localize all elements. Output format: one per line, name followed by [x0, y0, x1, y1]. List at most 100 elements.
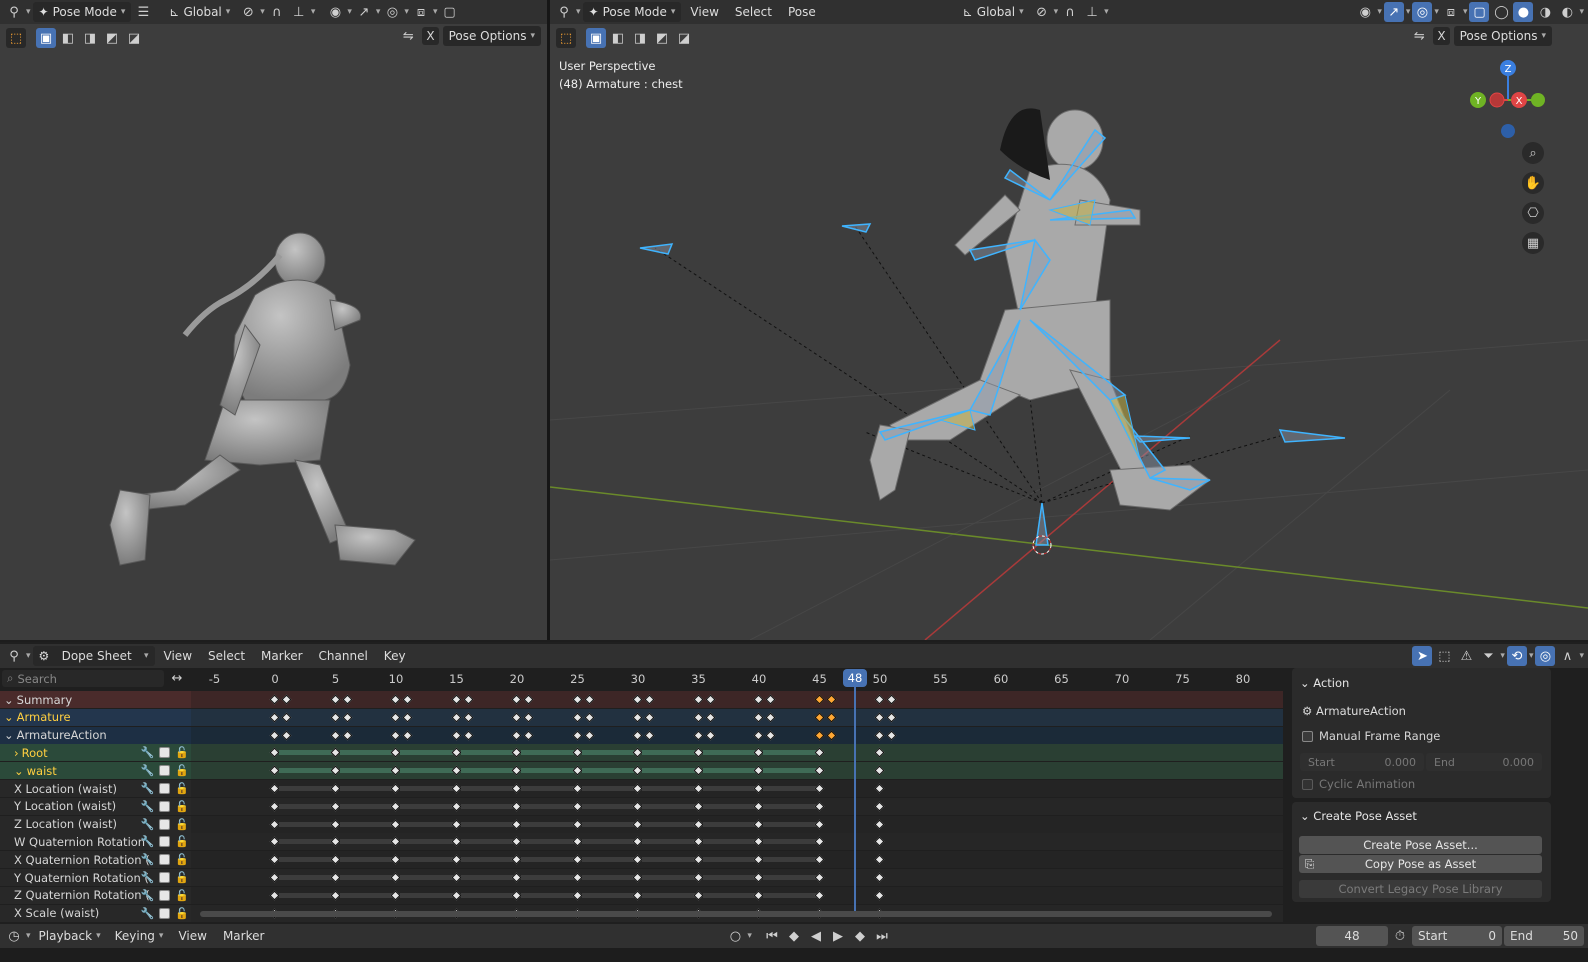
keyframe[interactable] [632, 747, 643, 758]
keyframe[interactable] [390, 730, 401, 741]
keyframe[interactable] [826, 712, 837, 723]
channel-row[interactable]: Z Quaternion Rotation (🔧 🔓 [0, 886, 1283, 904]
keyframe[interactable] [693, 747, 703, 758]
keyframe[interactable] [814, 890, 824, 901]
channel-row[interactable]: ⌄ Armature [0, 708, 1283, 726]
keyframe[interactable] [269, 747, 280, 758]
keyframe[interactable] [451, 819, 461, 830]
keyframe[interactable] [632, 730, 643, 741]
channel-row[interactable]: W Quaternion Rotation 🔧 🔓 [0, 833, 1283, 851]
keyframe[interactable] [572, 730, 582, 741]
keyframe[interactable] [269, 819, 280, 830]
channel-toggles[interactable]: 🔧 🔓 [141, 835, 189, 848]
keyframe[interactable] [693, 694, 703, 705]
lock-icon[interactable]: 🔓 [175, 782, 189, 795]
prev-keyframe-icon[interactable]: ◆ [784, 926, 804, 946]
keyframe[interactable] [523, 694, 534, 705]
menu-view[interactable]: View [157, 649, 199, 663]
channel-label[interactable]: Z Quaternion Rotation (🔧 🔓 [0, 886, 191, 904]
lock-icon[interactable]: 🔓 [175, 853, 189, 866]
channel-row[interactable]: ⌄ waist 🔧 🔓 [0, 762, 1283, 780]
keyframe[interactable] [463, 694, 474, 705]
keyframe[interactable] [269, 694, 280, 705]
keyframe[interactable] [511, 872, 522, 883]
auto-snap-icon[interactable]: ⟲ [1506, 646, 1527, 666]
keyframe[interactable] [753, 712, 764, 723]
keyframe[interactable] [511, 801, 522, 812]
keyframe[interactable] [632, 783, 643, 794]
keyframe[interactable] [644, 712, 655, 723]
keyframe[interactable] [330, 765, 340, 776]
mode-dropdown[interactable]: ✦ Pose Mode ▾ [32, 2, 132, 22]
keyframe[interactable] [390, 712, 401, 723]
keyframe[interactable] [572, 890, 582, 901]
keyframe[interactable] [874, 854, 885, 865]
channel-label[interactable]: Y Quaternion Rotation (🔧 🔓 [0, 869, 191, 886]
keyframe[interactable] [269, 890, 280, 901]
keyframe[interactable] [753, 801, 764, 812]
lock-icon[interactable]: 🔓 [175, 871, 189, 884]
channel-row[interactable]: Y Quaternion Rotation (🔧 🔓 [0, 869, 1283, 886]
expand-chevron-icon[interactable]: ⌄ [14, 764, 24, 778]
armature-bones[interactable] [639, 128, 1346, 546]
navigation-gizmo[interactable]: Z Y X [1468, 56, 1548, 141]
keyframe[interactable] [402, 712, 413, 723]
keyframe[interactable] [572, 783, 582, 794]
lock-icon[interactable]: 🔓 [175, 818, 189, 831]
keyframe[interactable] [330, 712, 340, 723]
keyframe[interactable] [572, 872, 582, 883]
keyframe[interactable] [886, 730, 897, 741]
keyframe[interactable] [693, 819, 703, 830]
channel-label[interactable]: ⌄ ArmatureAction [0, 726, 191, 744]
channel-toggles[interactable]: 🔧 🔓 [141, 907, 189, 920]
keyframe[interactable] [330, 854, 340, 865]
end-frame-field[interactable]: End 50 [1504, 926, 1584, 946]
select-subtract-icon[interactable]: ◨ [80, 28, 100, 48]
channel-label[interactable]: W Quaternion Rotation 🔧 🔓 [0, 833, 191, 851]
hamburger-menu-icon[interactable]: ☰ [133, 2, 153, 22]
channel-row[interactable]: Y Location (waist) 🔧 🔓 [0, 797, 1283, 815]
channel-row[interactable]: ⌄ ArmatureAction [0, 726, 1283, 744]
keyframe[interactable] [281, 694, 292, 705]
keyframe[interactable] [342, 730, 353, 741]
channel-label[interactable]: X Scale (waist) 🔧 🔓 [0, 904, 191, 922]
channel-checkbox[interactable] [159, 783, 171, 794]
keyframe[interactable] [269, 783, 280, 794]
keyframe[interactable] [523, 712, 534, 723]
keyframe[interactable] [705, 694, 716, 705]
menu-select[interactable]: Select [201, 649, 252, 663]
keyframe[interactable] [342, 712, 353, 723]
select-invert-icon[interactable]: ◩ [102, 28, 122, 48]
channel-checkbox[interactable] [159, 818, 171, 830]
channel-checkbox[interactable] [159, 747, 171, 759]
jump-start-icon[interactable]: ⏮ [762, 926, 782, 946]
keyframe[interactable] [451, 765, 461, 776]
keyframe[interactable] [511, 854, 522, 865]
keyframe[interactable] [463, 712, 474, 723]
keyframe[interactable] [814, 801, 824, 812]
keyframe[interactable] [330, 819, 340, 830]
keyframe[interactable] [874, 765, 885, 776]
keyframe[interactable] [572, 747, 582, 758]
channel-row[interactable]: Z Location (waist) 🔧 🔓 [0, 815, 1283, 833]
keyframe[interactable] [705, 712, 716, 723]
menu-marker[interactable]: Marker [216, 929, 271, 943]
select-tool-icon[interactable]: ⬚ [6, 28, 26, 48]
keyframe[interactable] [693, 836, 703, 847]
keyframe[interactable] [753, 765, 764, 776]
viewport-scene[interactable] [550, 0, 1588, 640]
horizontal-scrollbar[interactable] [200, 911, 1272, 917]
action-name[interactable]: ⚙ ArmatureAction [1302, 704, 1406, 718]
keyframe[interactable] [572, 765, 582, 776]
keyframe[interactable] [451, 694, 461, 705]
channel-checkbox[interactable] [159, 800, 171, 812]
keyframe[interactable] [753, 872, 764, 883]
keyframe[interactable] [632, 694, 643, 705]
menu-key[interactable]: Key [377, 649, 413, 663]
keyframe[interactable] [705, 730, 716, 741]
keyframe[interactable] [753, 836, 764, 847]
visibility-icon[interactable]: ◉ [325, 2, 345, 22]
keyframe[interactable] [330, 694, 340, 705]
keyframe[interactable] [814, 712, 824, 723]
orientation-dropdown[interactable]: ⊾ Global ▾ [163, 2, 236, 22]
